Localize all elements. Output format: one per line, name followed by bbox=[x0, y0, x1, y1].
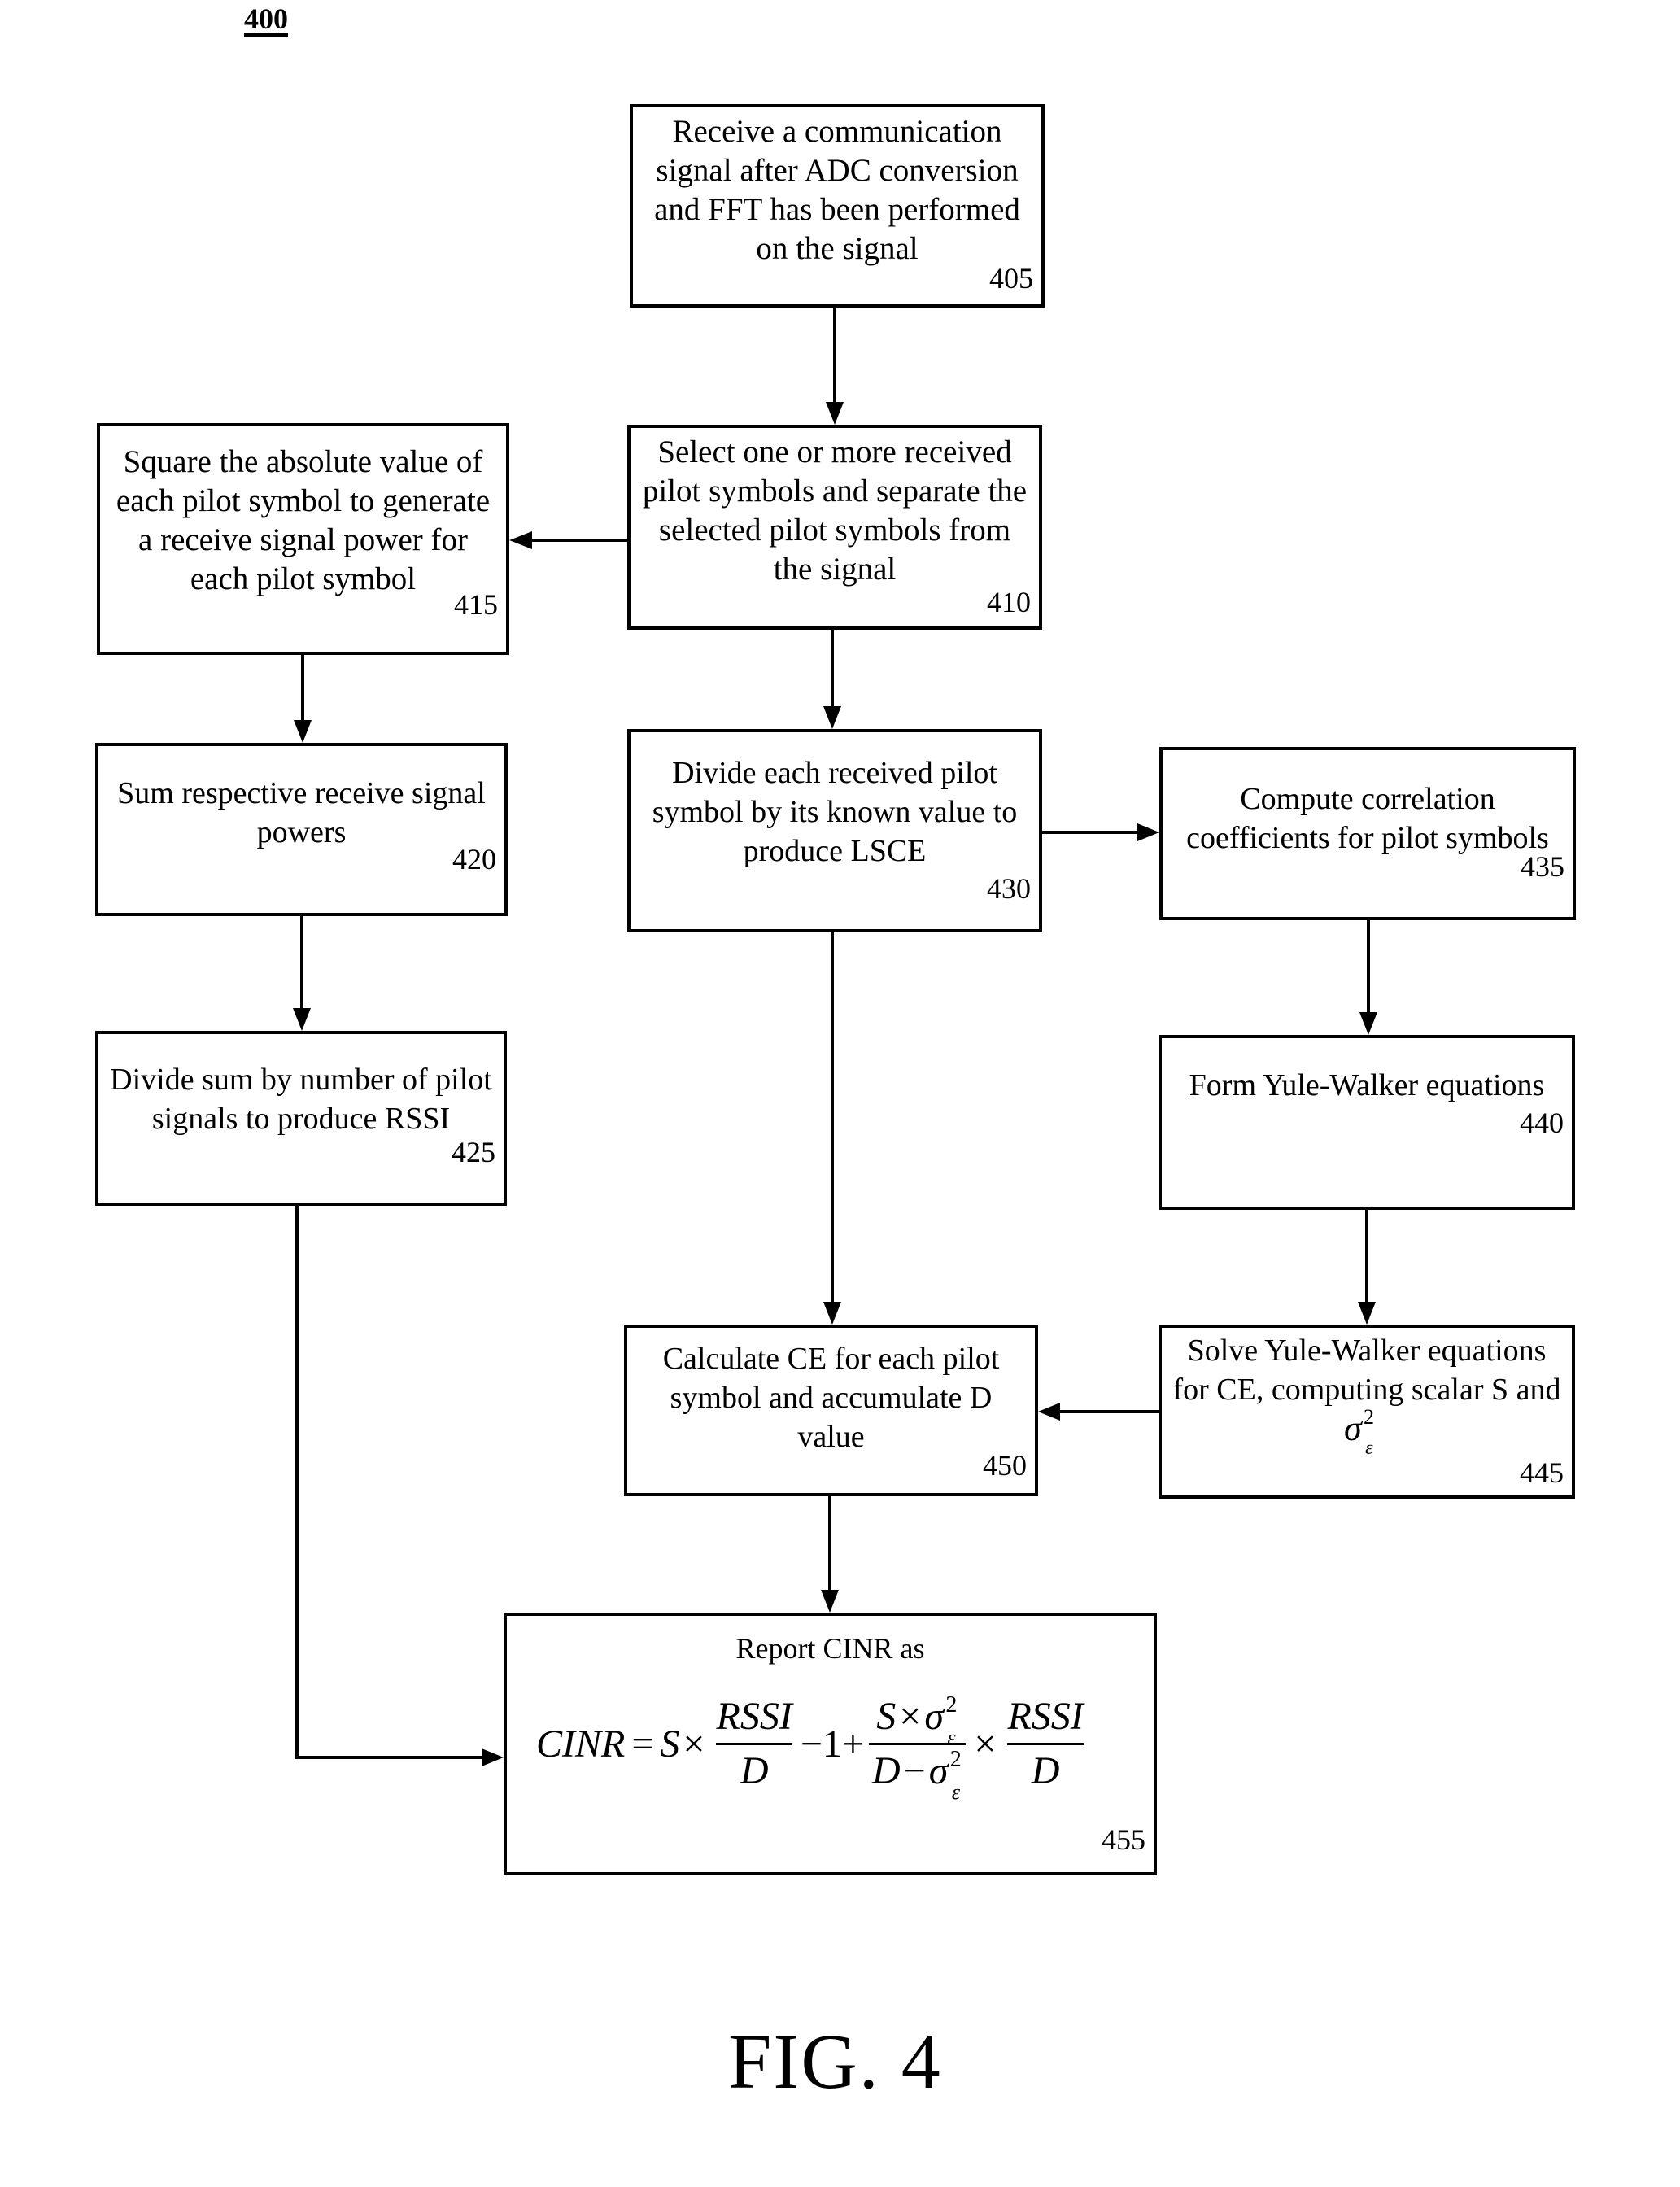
step-450-box: Calculate CE for each pilot symbol and a… bbox=[624, 1325, 1038, 1496]
step-435-box: Compute correlation coefficients for pil… bbox=[1159, 747, 1576, 920]
arrowhead-435 bbox=[1137, 823, 1159, 841]
fraction-rssi-over-d-1: RSSI D bbox=[713, 1694, 796, 1794]
formula-equals: = bbox=[631, 1722, 654, 1766]
step-415-box: Square the absolute value of each pilot … bbox=[97, 423, 509, 655]
step-445-box: Solve Yule-Walker equations for CE, comp… bbox=[1159, 1325, 1575, 1499]
step-440-number: 440 bbox=[1520, 1107, 1564, 1139]
step-435-text: Compute correlation coefficients for pil… bbox=[1186, 782, 1549, 855]
step-420-number: 420 bbox=[452, 843, 496, 875]
step-455-number: 455 bbox=[1102, 1823, 1145, 1856]
sigma-epsilon-squared-symbol: σ2ε bbox=[1344, 1405, 1390, 1459]
step-420-box: Sum respective receive signal powers 420 bbox=[95, 743, 508, 916]
step-415-number: 415 bbox=[454, 588, 498, 621]
cinr-formula: CINR = S × RSSI D −1+ S×σ 2 ε D−σ 2 ε × RSSI… bbox=[536, 1692, 1092, 1804]
step-420-text: Sum respective receive signal powers bbox=[117, 776, 486, 849]
numerator-sigma-glyph: σ bbox=[924, 1695, 945, 1738]
arrowhead-455-left bbox=[482, 1748, 504, 1766]
numerator-s: S bbox=[876, 1695, 897, 1738]
arrowhead-440 bbox=[1359, 1012, 1377, 1035]
numerator-sigma: σ2ε bbox=[924, 1692, 957, 1749]
arrowhead-410 bbox=[826, 402, 844, 425]
formula-lhs: CINR bbox=[536, 1722, 626, 1766]
arrowhead-415 bbox=[509, 531, 532, 549]
step-425-number: 425 bbox=[452, 1136, 495, 1168]
step-430-text: Divide each received pilot symbol by its… bbox=[652, 756, 1018, 868]
fraction-2-denominator: D−σ 2 ε bbox=[868, 1743, 967, 1804]
step-435-number: 435 bbox=[1521, 850, 1564, 883]
denominator-sigma-glyph: σ bbox=[928, 1749, 949, 1792]
step-445-text: Solve Yule-Walker equations for CE, comp… bbox=[1168, 1331, 1565, 1459]
fraction-rssi-over-d-2: RSSI D bbox=[1004, 1694, 1086, 1794]
step-450-number: 450 bbox=[983, 1449, 1027, 1482]
step-410-box: Select one or more received pilot symbol… bbox=[627, 425, 1042, 630]
step-445-text-label: Solve Yule-Walker equations for CE, comp… bbox=[1172, 1334, 1561, 1407]
fraction-1-numerator: RSSI bbox=[716, 1695, 792, 1738]
denominator-d: D bbox=[871, 1749, 901, 1792]
step-450-text: Calculate CE for each pilot symbol and a… bbox=[662, 1342, 1000, 1454]
step-430-box: Divide each received pilot symbol by its… bbox=[627, 729, 1042, 932]
step-430-number: 430 bbox=[987, 872, 1031, 905]
numerator-times: × bbox=[899, 1695, 922, 1738]
formula-s: S bbox=[660, 1722, 680, 1766]
step-405-number: 405 bbox=[989, 262, 1033, 295]
step-440-box: Form Yule-Walker equations 440 bbox=[1159, 1035, 1575, 1210]
step-410-number: 410 bbox=[987, 586, 1031, 618]
step-445-number: 445 bbox=[1520, 1456, 1564, 1489]
figure-label: FIG. 4 bbox=[728, 2018, 942, 2105]
denominator-minus: − bbox=[903, 1749, 926, 1792]
arrowhead-430 bbox=[823, 706, 841, 729]
fraction-3-denominator: D bbox=[1006, 1743, 1084, 1794]
arrowhead-445 bbox=[1358, 1302, 1376, 1325]
connector-425-455 bbox=[295, 1206, 487, 1759]
formula-minus-one-plus: −1+ bbox=[800, 1722, 864, 1766]
fraction-2-numerator: S×σ 2 ε bbox=[873, 1692, 962, 1749]
sigma-subscript: ε bbox=[1365, 1438, 1373, 1459]
sigma-glyph: σ bbox=[1344, 1408, 1362, 1448]
step-415-text: Square the absolute value of each pilot … bbox=[116, 444, 491, 596]
step-440-text: Form Yule-Walker equations bbox=[1189, 1068, 1545, 1102]
step-405-text: Receive a communication signal after ADC… bbox=[654, 114, 1020, 266]
step-455-box: Report CINR as CINR = S × RSSI D −1+ S×σ… bbox=[504, 1613, 1157, 1875]
step-425-text: Divide sum by number of pilot signals to… bbox=[110, 1063, 492, 1136]
step-425-box: Divide sum by number of pilot signals to… bbox=[95, 1031, 507, 1206]
fraction-1-denominator: D bbox=[715, 1743, 793, 1794]
step-410-text: Select one or more received pilot symbol… bbox=[642, 434, 1028, 587]
denominator-sigma: σ2ε bbox=[928, 1747, 962, 1804]
formula-times-2: × bbox=[974, 1722, 997, 1766]
arrowhead-450-top bbox=[823, 1302, 841, 1325]
step-455-title: Report CINR as bbox=[735, 1632, 925, 1665]
arrowhead-425 bbox=[293, 1008, 311, 1031]
step-405-box: Receive a communication signal after ADC… bbox=[630, 104, 1045, 308]
arrowhead-455-top bbox=[821, 1590, 839, 1613]
arrowhead-420 bbox=[294, 720, 312, 743]
arrowhead-450-right bbox=[1038, 1403, 1060, 1421]
fraction-s-sigma-over-d-minus-sigma: S×σ 2 ε D−σ 2 ε bbox=[868, 1692, 967, 1804]
formula-times-1: × bbox=[683, 1722, 705, 1766]
fraction-3-numerator: RSSI bbox=[1007, 1695, 1084, 1738]
denominator-sigma-sub: ε bbox=[951, 1780, 960, 1804]
